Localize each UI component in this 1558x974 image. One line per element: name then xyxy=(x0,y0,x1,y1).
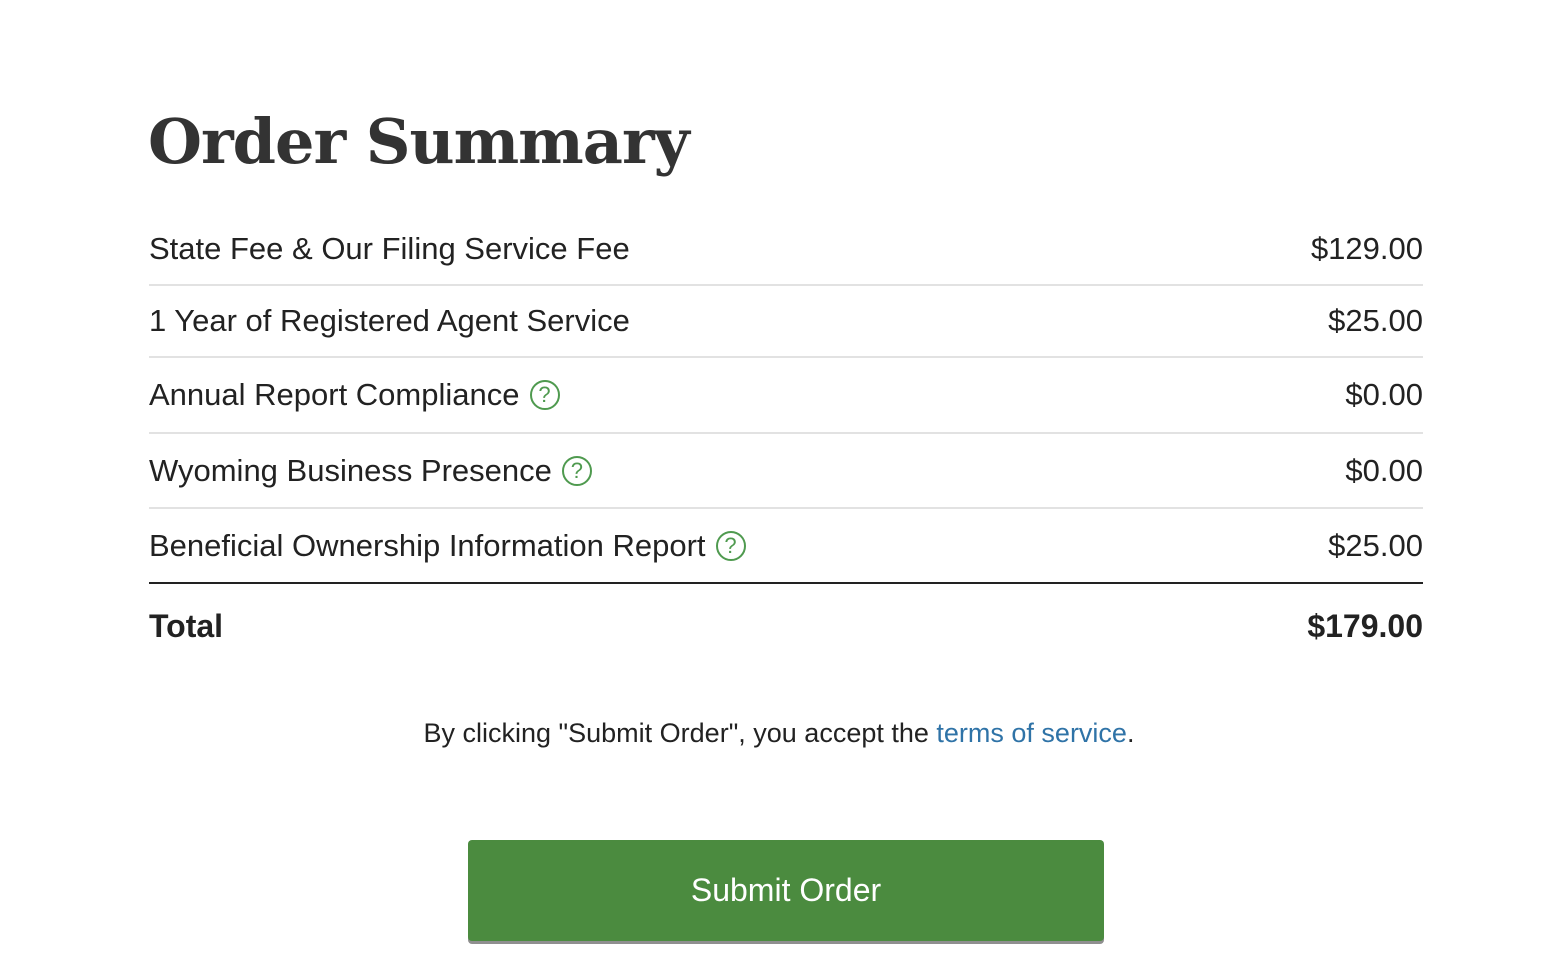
summary-row-label: Annual Report Compliance xyxy=(149,377,520,412)
summary-row-label: Beneficial Ownership Information Report xyxy=(149,527,706,563)
summary-row-amount: $129.00 xyxy=(1310,230,1423,266)
summary-row-label-wrap: 1 Year of Registered Agent Service xyxy=(149,303,630,339)
total-amount: $179.00 xyxy=(1307,607,1423,644)
order-summary-table: State Fee & Our Filing Service Fee $129.… xyxy=(149,213,1423,668)
summary-row-business-presence: Wyoming Business Presence ? $0.00 xyxy=(149,434,1423,509)
question-mark-icon[interactable]: ? xyxy=(561,455,592,486)
total-label: Total xyxy=(149,607,224,644)
terms-suffix: . xyxy=(1126,718,1135,748)
summary-row-label-wrap: Wyoming Business Presence ? xyxy=(149,453,592,489)
order-summary-page: Order Summary State Fee & Our Filing Ser… xyxy=(0,0,1558,974)
summary-row-label-wrap: Annual Report Compliance ? xyxy=(149,377,560,413)
question-mark-icon[interactable]: ? xyxy=(715,530,746,561)
summary-row-label: Wyoming Business Presence xyxy=(149,452,552,488)
terms-of-service-link[interactable]: terms of service xyxy=(936,718,1127,748)
question-mark-icon[interactable]: ? xyxy=(529,380,560,410)
summary-row-label-wrap: Beneficial Ownership Information Report … xyxy=(149,528,746,564)
page-title: Order Summary xyxy=(148,105,690,178)
summary-row-annual-report: Annual Report Compliance ? $0.00 xyxy=(149,358,1423,434)
summary-row-registered-agent: 1 Year of Registered Agent Service $25.0… xyxy=(149,286,1423,358)
summary-row-label: 1 Year of Registered Agent Service xyxy=(149,303,630,338)
summary-row-amount: $0.00 xyxy=(1345,377,1423,412)
total-row: Total $179.00 xyxy=(149,584,1423,668)
summary-row-amount: $0.00 xyxy=(1345,452,1423,488)
summary-row-amount: $25.00 xyxy=(1328,303,1423,338)
summary-row-beneficial-ownership: Beneficial Ownership Information Report … xyxy=(149,509,1423,584)
terms-notice: By clicking "Submit Order", you accept t… xyxy=(0,718,1558,749)
summary-row-label: State Fee & Our Filing Service Fee xyxy=(149,230,630,266)
terms-prefix: By clicking "Submit Order", you accept t… xyxy=(423,718,937,748)
summary-row-label-wrap: State Fee & Our Filing Service Fee xyxy=(149,231,630,267)
summary-row-amount: $25.00 xyxy=(1328,527,1423,563)
summary-row-state-fee: State Fee & Our Filing Service Fee $129.… xyxy=(149,213,1423,286)
submit-order-button[interactable]: Submit Order xyxy=(468,840,1104,941)
